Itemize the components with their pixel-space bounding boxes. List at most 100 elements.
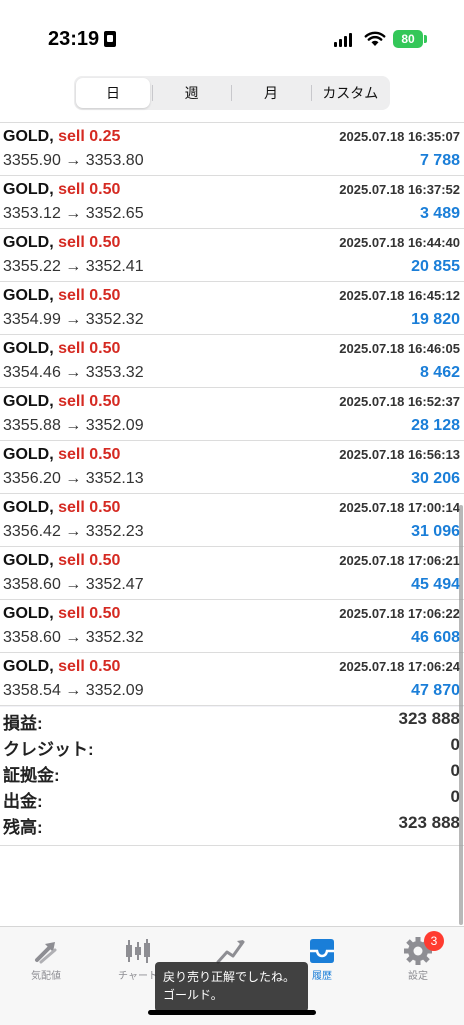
trade-row[interactable]: GOLD, sell 0.50 2025.07.18 17:06:24 3358.5… — [0, 653, 464, 706]
period-segmented-control: 日 週 月 カスタム — [74, 76, 390, 110]
trade-prices: 3356.20 → 3352.13 — [3, 470, 144, 488]
trade-side: sell 0.25 — [58, 128, 121, 145]
trade-open-price: 3358.60 — [3, 629, 61, 646]
trade-profit: 3 489 — [419, 205, 460, 222]
trade-symbol: GOLD, sell 0.50 — [3, 658, 120, 676]
trade-side: sell 0.50 — [58, 658, 121, 675]
trade-prices: 3356.42 → 3352.23 — [3, 523, 144, 541]
summary-row: 損益: 323 888 — [0, 707, 464, 733]
trade-profit: 45 494 — [411, 576, 460, 593]
trade-row[interactable]: GOLD, sell 0.50 2025.07.18 17:06:21 3358.6… — [0, 547, 464, 600]
arrow-right-icon: → — [65, 576, 82, 593]
summary-value: 323 888 — [398, 709, 460, 728]
trade-row[interactable]: GOLD, sell 0.50 2025.07.18 17:00:14 3356.4… — [0, 494, 464, 547]
trade-row[interactable]: GOLD, sell 0.50 2025.07.18 16:52:37 3355.8… — [0, 388, 464, 441]
trade-symbol-name: GOLD, — [3, 446, 54, 463]
arrow-right-icon: → — [65, 682, 82, 699]
trade-row[interactable]: GOLD, sell 0.50 2025.07.18 16:37:52 3353.1… — [0, 176, 464, 229]
tab-settings-label: 設定 — [408, 971, 428, 982]
trade-symbol: GOLD, sell 0.50 — [3, 287, 120, 305]
trade-datetime: 2025.07.18 17:00:14 — [339, 500, 460, 515]
trade-profit: 47 870 — [411, 682, 460, 699]
trade-close-price: 3352.13 — [85, 470, 144, 487]
trade-prices: 3355.22 → 3352.41 — [3, 258, 144, 276]
trade-row[interactable]: GOLD, sell 0.50 2025.07.18 16:44:40 3355.2… — [0, 229, 464, 282]
trade-close-price: 3353.80 — [85, 152, 144, 169]
arrow-right-icon: → — [65, 258, 82, 275]
trade-row[interactable]: GOLD, sell 0.50 2025.07.18 16:56:13 3356.2… — [0, 441, 464, 494]
trade-profit: 30 206 — [411, 470, 460, 487]
trade-symbol: GOLD, sell 0.50 — [3, 181, 120, 199]
trade-row[interactable]: GOLD, sell 0.50 2025.07.18 16:46:05 3354.4… — [0, 335, 464, 388]
trade-profit: 20 855 — [411, 258, 460, 275]
tab-quotes[interactable]: 気配値 — [0, 935, 92, 982]
trade-profit: 7 788 — [419, 152, 460, 169]
trade-close-price: 3352.41 — [85, 258, 144, 275]
trade-symbol-name: GOLD, — [3, 340, 54, 357]
trade-symbol: GOLD, sell 0.50 — [3, 499, 120, 517]
segment-month[interactable]: 月 — [231, 76, 310, 110]
trade-profit: 28 128 — [411, 417, 460, 434]
trade-profit: 19 820 — [411, 311, 460, 328]
trade-close-price: 3352.09 — [85, 417, 144, 434]
segment-custom[interactable]: カスタム — [310, 76, 390, 110]
trade-open-price: 3355.90 — [3, 152, 61, 169]
trade-profit: 8 462 — [419, 364, 460, 381]
trade-prices: 3355.88 → 3352.09 — [3, 417, 144, 435]
trade-history-list: GOLD, sell 0.25 2025.07.18 16:35:07 3355.9… — [0, 122, 464, 706]
trade-symbol-name: GOLD, — [3, 658, 54, 675]
summary-row: 証拠金: 0 — [0, 759, 464, 785]
trade-close-price: 3352.65 — [85, 205, 144, 222]
trade-prices: 3355.90 → 3353.80 — [3, 152, 144, 170]
trade-symbol: GOLD, sell 0.50 — [3, 605, 120, 623]
summary-label: 損益: — [3, 714, 43, 733]
battery-cap — [424, 35, 427, 43]
trade-symbol: GOLD, sell 0.25 — [3, 128, 120, 146]
trade-profit: 46 608 — [411, 629, 460, 646]
segment-day[interactable]: 日 — [76, 78, 150, 108]
cellular-signal-icon — [334, 33, 352, 47]
trade-open-price: 3358.54 — [3, 682, 61, 699]
trade-side: sell 0.50 — [58, 287, 121, 304]
trade-prices: 3354.99 → 3352.32 — [3, 311, 144, 329]
trade-side: sell 0.50 — [58, 340, 121, 357]
trade-datetime: 2025.07.18 16:44:40 — [339, 235, 460, 250]
trade-open-price: 3354.99 — [3, 311, 61, 328]
trade-prices: 3353.12 → 3352.65 — [3, 205, 144, 223]
trade-close-price: 3352.09 — [85, 682, 144, 699]
trade-side: sell 0.50 — [58, 181, 121, 198]
chat-toast-message: 戻り売り正解でしたね。ゴールド。 — [155, 962, 308, 1012]
summary-label: 証拠金: — [3, 766, 60, 785]
trade-datetime: 2025.07.18 16:45:12 — [339, 288, 460, 303]
segment-week[interactable]: 週 — [152, 76, 231, 110]
quotes-arrows-icon — [0, 935, 92, 967]
trade-symbol-name: GOLD, — [3, 181, 54, 198]
trade-side: sell 0.50 — [58, 446, 121, 463]
trade-datetime: 2025.07.18 17:06:22 — [339, 606, 460, 621]
trade-row[interactable]: GOLD, sell 0.50 2025.07.18 16:45:12 3354.9… — [0, 282, 464, 335]
trade-symbol-name: GOLD, — [3, 393, 54, 410]
trade-row[interactable]: GOLD, sell 0.25 2025.07.18 16:35:07 3355.9… — [0, 122, 464, 176]
status-time: 23:19 — [48, 28, 100, 50]
trade-symbol-name: GOLD, — [3, 287, 54, 304]
tab-quotes-label: 気配値 — [31, 971, 61, 982]
summary-row: 出金: 0 — [0, 785, 464, 811]
trade-open-price: 3355.88 — [3, 417, 61, 434]
arrow-right-icon: → — [65, 470, 82, 487]
summary-row: 残高: 323 888 — [0, 811, 464, 837]
arrow-right-icon: → — [65, 364, 82, 381]
trade-prices: 3358.60 → 3352.32 — [3, 629, 144, 647]
trade-datetime: 2025.07.18 16:37:52 — [339, 182, 460, 197]
trade-open-price: 3354.46 — [3, 364, 61, 381]
scrollbar[interactable] — [459, 505, 463, 925]
trade-close-price: 3352.47 — [85, 576, 144, 593]
tab-settings[interactable]: 3 設定 — [372, 931, 464, 982]
summary-value: 323 888 — [398, 813, 460, 832]
arrow-right-icon: → — [65, 311, 82, 328]
trade-open-price: 3356.20 — [3, 470, 61, 487]
trade-prices: 3358.54 → 3352.09 — [3, 682, 144, 700]
trade-datetime: 2025.07.18 16:56:13 — [339, 447, 460, 462]
period-selector-bar: 日 週 月 カスタム — [0, 76, 464, 122]
trade-row[interactable]: GOLD, sell 0.50 2025.07.18 17:06:22 3358.6… — [0, 600, 464, 653]
trade-symbol: GOLD, sell 0.50 — [3, 446, 120, 464]
